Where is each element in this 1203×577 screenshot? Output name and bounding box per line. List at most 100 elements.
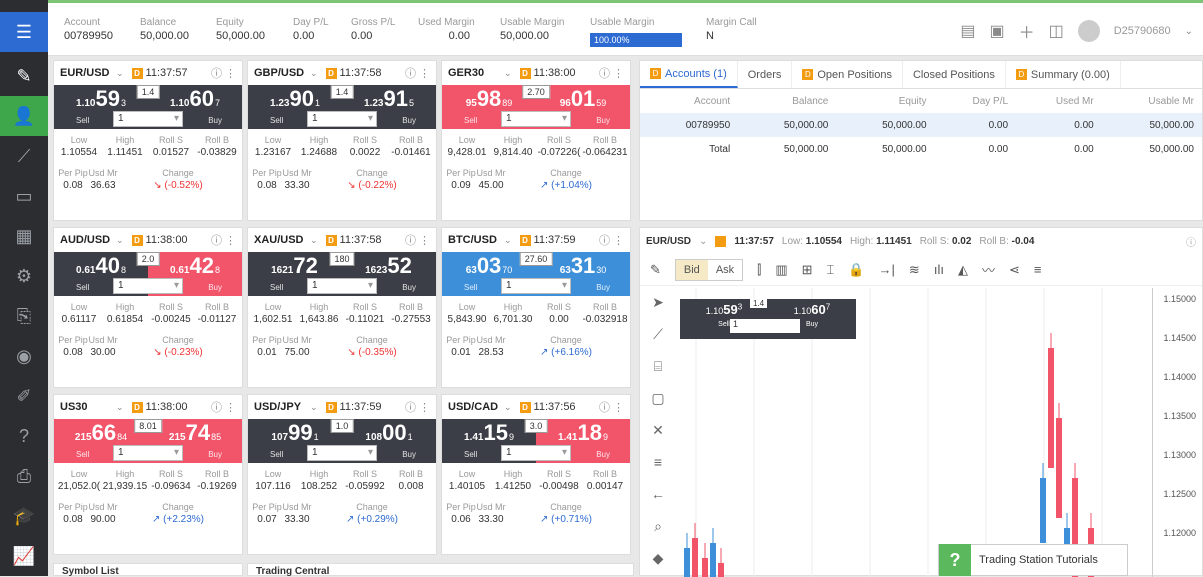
layout-toggle-icon[interactable]: ◫: [1049, 21, 1064, 41]
info-icon[interactable]: ⓘ ⋮: [599, 65, 624, 81]
amount-select[interactable]: 1: [113, 111, 183, 127]
column-header[interactable]: Balance: [738, 89, 836, 113]
window-icon[interactable]: ▭: [0, 176, 48, 216]
tab-1[interactable]: Orders: [738, 61, 793, 88]
symbol-name[interactable]: GBP/USD: [254, 67, 310, 79]
eraser-icon[interactable]: ◆: [640, 542, 676, 574]
symbol-name[interactable]: US30: [60, 401, 116, 413]
chevron-down-icon[interactable]: ⌄: [310, 68, 318, 79]
chevron-down-icon[interactable]: ⌄: [504, 402, 512, 413]
chevron-down-icon[interactable]: ⌄: [310, 402, 318, 413]
amount-select[interactable]: 1: [501, 111, 571, 127]
more-icon[interactable]: ≡: [1034, 262, 1042, 277]
user-icon[interactable]: 👤: [0, 96, 48, 136]
gear-icon[interactable]: ⚙: [0, 256, 48, 296]
candlestick-icon[interactable]: ⫿: [757, 262, 761, 278]
info-icon[interactable]: ⓘ ⋮: [211, 232, 236, 248]
info-icon[interactable]: ⓘ ⋮: [211, 399, 236, 415]
edit-icon[interactable]: ✎: [0, 56, 48, 96]
chevron-down-icon[interactable]: ⌄: [116, 235, 124, 246]
price-axis[interactable]: 1.15000 1.14500 1.14000 1.13500 1.13000 1.125…: [1152, 288, 1202, 577]
globe-icon[interactable]: ◉: [0, 336, 48, 376]
tutorials-button[interactable]: ? Trading Station Tutorials: [938, 544, 1128, 576]
menu-icon[interactable]: ☰: [0, 12, 48, 52]
column-header[interactable]: Usable Mr: [1102, 89, 1202, 113]
report-icon[interactable]: ⎙: [0, 456, 48, 496]
timeframe-icon[interactable]: ▥: [775, 262, 787, 278]
avatar[interactable]: [1077, 20, 1100, 42]
symbol-name[interactable]: AUD/USD: [60, 234, 116, 246]
notifications-icon[interactable]: ▤: [960, 21, 975, 41]
amount-select[interactable]: 1: [113, 278, 183, 294]
account-id[interactable]: D25790680: [1114, 25, 1171, 37]
symbol-list-header[interactable]: Symbol List: [53, 563, 243, 577]
amount-select[interactable]: 1: [307, 445, 377, 461]
symbol-name[interactable]: USD/CAD: [448, 401, 504, 413]
scroll-end-icon[interactable]: →|: [879, 262, 895, 277]
column-header[interactable]: Used Mr: [1016, 89, 1102, 113]
amount-select[interactable]: 1: [307, 111, 377, 127]
pattern-icon[interactable]: ✕: [640, 414, 676, 446]
chevron-down-icon[interactable]: ⌄: [116, 402, 124, 413]
lock-icon[interactable]: 🔒: [848, 262, 864, 278]
mini-amount[interactable]: 1: [730, 319, 800, 333]
chart-icon[interactable]: 📈: [0, 536, 48, 576]
column-header[interactable]: Equity: [836, 89, 934, 113]
draw-icon[interactable]: ✎: [650, 262, 661, 278]
workspace-icon[interactable]: ▣: [989, 21, 1004, 41]
share-icon[interactable]: ⋖: [1009, 262, 1020, 278]
table-row[interactable]: Total 50,000.00 50,000.00 0.00 0.00 50,000.00: [640, 137, 1202, 161]
info-icon[interactable]: ⓘ ⋮: [211, 65, 236, 81]
trading-central-header[interactable]: Trading Central: [247, 563, 634, 577]
column-header[interactable]: Day P/L: [935, 89, 1017, 113]
help-icon[interactable]: ?: [0, 416, 48, 456]
info-icon[interactable]: ⓘ ⋮: [405, 65, 430, 81]
indicator-icon[interactable]: ⊞: [802, 262, 813, 278]
area-chart-icon[interactable]: ◭: [958, 262, 968, 278]
studies-icon[interactable]: ≋: [909, 262, 920, 278]
amount-select[interactable]: 1: [113, 445, 183, 461]
ask-button[interactable]: Ask: [708, 260, 742, 280]
education-icon[interactable]: 🎓: [0, 496, 48, 536]
tab-0[interactable]: D Accounts (1): [640, 61, 738, 88]
chevron-down-icon[interactable]: ⌄: [699, 236, 707, 247]
fib-icon[interactable]: ≡: [640, 446, 676, 478]
chevron-down-icon[interactable]: ⌄: [1185, 26, 1193, 37]
info-icon[interactable]: ⓘ ⋮: [599, 399, 624, 415]
table-row[interactable]: 00789950 50,000.00 50,000.00 0.00 0.00 50,000…: [640, 113, 1202, 137]
compare-icon[interactable]: 〰: [982, 260, 995, 279]
chart-symbol[interactable]: EUR/USD: [646, 236, 691, 247]
chevron-down-icon[interactable]: ⌄: [310, 235, 318, 246]
rectangle-icon[interactable]: ▢: [640, 382, 676, 414]
symbol-name[interactable]: USD/JPY: [254, 401, 310, 413]
info-icon[interactable]: ⓘ ⋮: [405, 399, 430, 415]
info-icon[interactable]: ⓘ ⋮: [405, 232, 430, 248]
amount-select[interactable]: 1: [501, 278, 571, 294]
symbol-name[interactable]: BTC/USD: [448, 234, 504, 246]
cursor-icon[interactable]: ➤: [640, 286, 676, 318]
volume-icon[interactable]: ılı: [934, 262, 944, 277]
channel-icon[interactable]: ⌸: [640, 350, 676, 382]
zoom-icon[interactable]: ⌕: [640, 510, 676, 542]
layout-icon[interactable]: ▦: [0, 216, 48, 256]
tab-4[interactable]: D Summary (0.00): [1006, 61, 1121, 88]
tab-2[interactable]: D Open Positions: [792, 61, 903, 88]
info-icon[interactable]: ⓘ ⋮: [599, 232, 624, 248]
chevron-down-icon[interactable]: ⌄: [504, 68, 512, 79]
add-icon[interactable]: ＋: [1019, 19, 1035, 43]
symbol-name[interactable]: GER30: [448, 67, 504, 79]
crosshair-icon[interactable]: ⌶: [827, 262, 835, 278]
back-icon[interactable]: ←: [640, 478, 676, 510]
amount-select[interactable]: 1: [307, 278, 377, 294]
line-icon[interactable]: ⟋: [640, 318, 676, 350]
symbol-name[interactable]: EUR/USD: [60, 67, 116, 79]
amount-select[interactable]: 1: [501, 445, 571, 461]
column-header[interactable]: Account: [640, 89, 738, 113]
bid-button[interactable]: Bid: [675, 259, 708, 280]
info-icon[interactable]: ⓘ: [1186, 234, 1196, 249]
tools-icon[interactable]: ✐: [0, 376, 48, 416]
chevron-down-icon[interactable]: ⌄: [116, 68, 124, 79]
chevron-down-icon[interactable]: ⌄: [504, 235, 512, 246]
tab-3[interactable]: Closed Positions: [903, 61, 1006, 88]
document-icon[interactable]: ⎘: [0, 296, 48, 336]
